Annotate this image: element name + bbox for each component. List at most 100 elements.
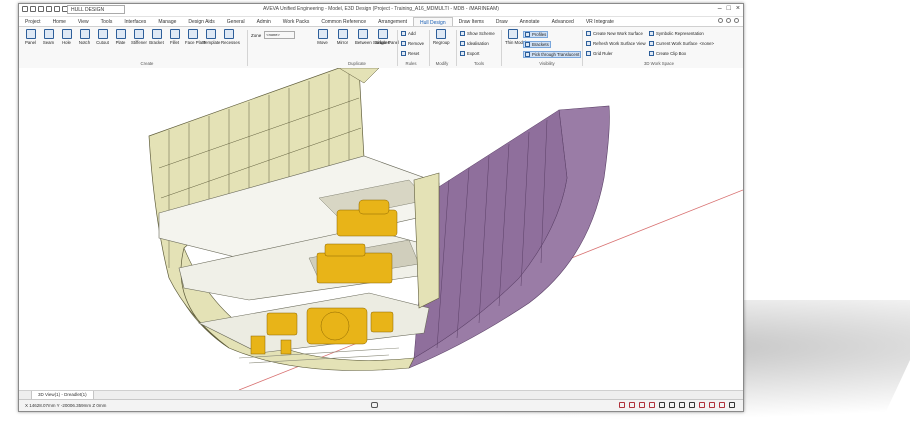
- scheme-icon: [460, 31, 465, 36]
- refresh-work-surface[interactable]: Refresh Work Surface View: [586, 41, 646, 46]
- grid-ruler[interactable]: Grid Ruler: [586, 51, 613, 56]
- tab-view[interactable]: View: [72, 17, 95, 26]
- search-icon[interactable]: [718, 18, 723, 23]
- ribbon-panel: Panel Seam Hole Notch Cutout Plate Stiffener Br…: [19, 27, 743, 70]
- status-center-icon[interactable]: [371, 402, 378, 408]
- export[interactable]: Export: [460, 51, 479, 56]
- profiles-toggle[interactable]: Profiles: [523, 31, 549, 38]
- between-surfaces-button[interactable]: Between Surfaces: [355, 29, 390, 45]
- notch-button[interactable]: Notch: [77, 29, 92, 45]
- hole-button[interactable]: Hole: [59, 29, 74, 45]
- measure-icon[interactable]: [659, 402, 665, 408]
- tab-common-reference[interactable]: Common Reference: [315, 17, 372, 26]
- snap-icon[interactable]: [639, 402, 645, 408]
- settings-icon[interactable]: [729, 402, 735, 408]
- tab-hull-design[interactable]: Hull Design: [413, 17, 453, 26]
- face-plate-button[interactable]: Face Plate: [185, 29, 206, 45]
- stiffener-icon: [133, 29, 144, 39]
- create-new-work-surface[interactable]: Create New Work Surface: [586, 31, 643, 36]
- tab-general[interactable]: General: [221, 17, 251, 26]
- tab-home[interactable]: Home: [47, 17, 72, 26]
- export-label: Export: [467, 51, 480, 56]
- create-ws-label: Create New Work Surface: [593, 31, 643, 36]
- face-plate-label: Face Plate: [185, 40, 206, 45]
- tab-draw-items[interactable]: Draw Items: [453, 17, 490, 26]
- bracket-button[interactable]: Bracket: [149, 29, 164, 45]
- rules-reset[interactable]: Reset: [401, 51, 419, 56]
- thin-models-label: Thin Models: [505, 40, 529, 45]
- snap-icon[interactable]: [719, 402, 725, 408]
- single-panel-button[interactable]: Single Panel: [375, 29, 399, 45]
- regroup-label: Regroup: [433, 40, 450, 45]
- snap-icon[interactable]: [619, 402, 625, 408]
- mirror-button[interactable]: Mirror: [335, 29, 350, 45]
- fillet-button[interactable]: Fillet: [167, 29, 182, 45]
- idealisation[interactable]: Idealisation: [460, 41, 489, 46]
- tab-tools[interactable]: Tools: [95, 17, 119, 26]
- recesses-button[interactable]: Recesses: [221, 29, 240, 45]
- current-ws-value[interactable]: <none>: [699, 41, 714, 46]
- maximize-icon[interactable]: □: [727, 5, 731, 12]
- panel-button[interactable]: Panel: [23, 29, 38, 45]
- snap-icon[interactable]: [709, 402, 715, 408]
- symbolic-representation[interactable]: Symbolic Representation: [649, 31, 704, 36]
- plate-button[interactable]: Plate: [113, 29, 128, 45]
- template-button[interactable]: Template: [203, 29, 220, 45]
- idealisation-label: Idealisation: [467, 41, 489, 46]
- minimize-icon[interactable]: –: [718, 5, 722, 12]
- tab-work-packs[interactable]: Work Packs: [277, 17, 316, 26]
- snap-icon[interactable]: [629, 402, 635, 408]
- rules-remove[interactable]: Remove: [401, 41, 424, 46]
- current-work-surface[interactable]: Current Work Surface <none>: [649, 41, 714, 46]
- close-icon[interactable]: ×: [736, 5, 740, 12]
- group-label-duplicate: Duplicate: [348, 61, 366, 66]
- rules-add[interactable]: Add: [401, 31, 416, 36]
- tab-advanced[interactable]: Advanced: [546, 17, 580, 26]
- snap-icon[interactable]: [699, 402, 705, 408]
- tab-annotate[interactable]: Annotate: [514, 17, 546, 26]
- status-bar: X 14628.07mm Y -20006.359mm Z 0mm: [19, 399, 743, 411]
- zone-value[interactable]: <none>: [264, 31, 296, 39]
- measure-icon[interactable]: [669, 402, 675, 408]
- zone-label: Zone: [251, 32, 262, 38]
- tab-design-aids[interactable]: Design Aids: [182, 17, 220, 26]
- cursor-coordinates: X 14628.07mm Y -20006.359mm Z 0mm: [25, 403, 107, 408]
- profiles-label: Profiles: [532, 32, 547, 37]
- group-label-modify: Modify: [435, 61, 449, 66]
- pick-translucent-toggle[interactable]: Pick through Translucent: [523, 51, 582, 58]
- cutout-button[interactable]: Cutout: [95, 29, 110, 45]
- tab-manage[interactable]: Manage: [152, 17, 182, 26]
- snap-icon[interactable]: [649, 402, 655, 408]
- seam-button[interactable]: Seam: [41, 29, 56, 45]
- tab-vr-integrate[interactable]: VR Integrate: [580, 17, 620, 26]
- 3d-viewport[interactable]: [19, 68, 743, 390]
- regroup-button[interactable]: Regroup: [433, 29, 450, 45]
- create-clip-box[interactable]: Create Clip Box: [649, 51, 686, 56]
- refresh-ws-label: Refresh Work Surface View: [593, 41, 646, 46]
- window-controls: – □ ×: [718, 5, 740, 12]
- thin-models-button[interactable]: Thin Models: [505, 29, 529, 45]
- help-icon[interactable]: [726, 18, 731, 23]
- measure-icon[interactable]: [689, 402, 695, 408]
- show-scheme[interactable]: Show Scheme: [460, 31, 495, 36]
- thin-models-icon: [507, 29, 518, 39]
- bracket-label: Bracket: [149, 40, 164, 45]
- idealisation-icon: [460, 41, 465, 46]
- stiffener-button[interactable]: Stiffener: [131, 29, 147, 45]
- cutout-label: Cutout: [96, 40, 109, 45]
- notch-icon: [79, 29, 90, 39]
- settings-icon[interactable]: [734, 18, 739, 23]
- rules-reset-label: Reset: [408, 51, 420, 56]
- tab-draw[interactable]: Draw: [490, 17, 514, 26]
- measure-icon[interactable]: [679, 402, 685, 408]
- tab-project[interactable]: Project: [19, 17, 47, 26]
- rules-add-label: Add: [408, 31, 416, 36]
- clip-box-label: Create Clip Box: [656, 51, 687, 56]
- move-button[interactable]: Move: [315, 29, 330, 45]
- tab-interfaces[interactable]: Interfaces: [118, 17, 152, 26]
- zone-selector[interactable]: Zone <none>: [251, 31, 296, 39]
- tab-arrangement[interactable]: Arrangement: [372, 17, 413, 26]
- pick-icon: [525, 52, 530, 57]
- tab-admin[interactable]: Admin: [251, 17, 277, 26]
- brackets-toggle[interactable]: Brackets: [523, 41, 551, 48]
